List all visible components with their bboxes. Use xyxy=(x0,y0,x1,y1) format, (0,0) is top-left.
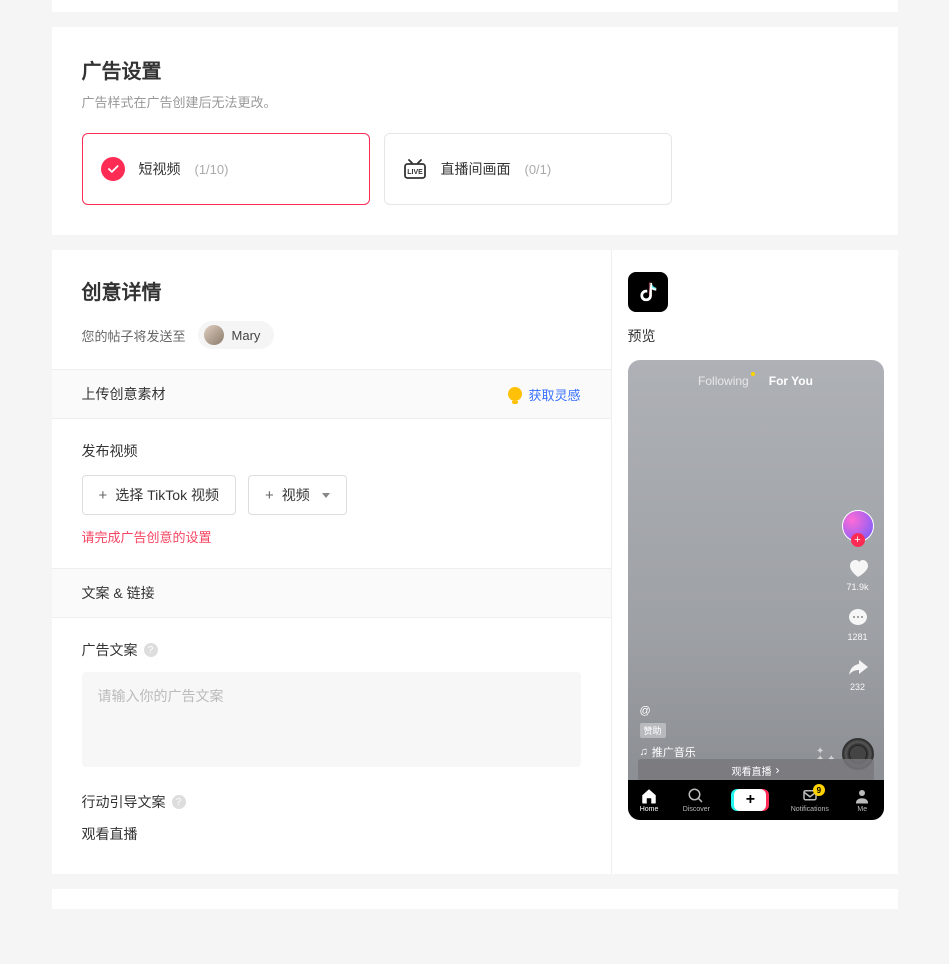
cta-value: 观看直播 xyxy=(82,824,581,844)
avatar-icon xyxy=(204,325,224,345)
nav-me[interactable]: Me xyxy=(853,787,871,813)
select-tiktok-video-label: 选择 TikTok 视频 xyxy=(115,485,219,505)
copy-header-title: 文案 & 链接 xyxy=(82,583,155,603)
ad-copy-input[interactable] xyxy=(82,672,581,767)
help-icon[interactable]: ? xyxy=(172,795,186,809)
notification-badge: 9 xyxy=(813,784,825,796)
user-pill[interactable]: Mary xyxy=(198,321,275,349)
select-video-button[interactable]: + 视频 xyxy=(248,475,347,515)
live-icon: LIVE xyxy=(403,159,427,179)
user-name: Mary xyxy=(232,328,261,343)
like-count: 71.9k xyxy=(846,582,868,592)
phone-preview: Following For You 71.9k 1281 xyxy=(628,360,884,820)
comment-count: 1281 xyxy=(847,632,867,642)
share-count: 232 xyxy=(850,682,865,692)
share-button[interactable]: 232 xyxy=(846,656,870,692)
ad-copy-label: 广告文案 xyxy=(82,640,138,660)
tab-following[interactable]: Following xyxy=(698,374,749,388)
tab-foryou[interactable]: For You xyxy=(769,374,813,388)
ad-settings-title: 广告设置 xyxy=(82,55,868,84)
music-text: 推广音乐 xyxy=(652,744,696,760)
bottom-nav: Home Discover + Notifications 9 Me xyxy=(628,780,884,820)
like-button[interactable]: 71.9k xyxy=(846,556,870,592)
creative-card: 创意详情 您的帖子将发送至 Mary 上传创意素材 获取灵感 发布视频 xyxy=(52,250,898,874)
preview-cta-label: 观看直播 xyxy=(732,763,772,778)
nav-notifications-label: Notifications xyxy=(791,806,829,813)
select-video-label: 视频 xyxy=(282,485,310,505)
dot-icon xyxy=(751,372,755,376)
publish-video-label: 发布视频 xyxy=(82,441,581,461)
profile-avatar-icon[interactable] xyxy=(842,510,874,542)
nav-discover-label: Discover xyxy=(683,806,710,813)
creative-title: 创意详情 xyxy=(82,276,581,305)
upload-header-title: 上传创意素材 xyxy=(82,384,166,404)
tiktok-logo-icon xyxy=(628,272,668,312)
get-inspiration-label: 获取灵感 xyxy=(528,385,580,404)
option-short-video[interactable]: 短视频 (1/10) xyxy=(82,133,370,205)
nav-notifications[interactable]: Notifications 9 xyxy=(791,787,829,813)
music-line: ♫ 推广音乐 xyxy=(640,744,834,760)
sponsor-chip: 赞助 xyxy=(640,723,666,738)
svg-text:LIVE: LIVE xyxy=(407,169,423,176)
option-live-screen[interactable]: LIVE 直播间画面 (0/1) xyxy=(384,133,672,205)
get-inspiration-link[interactable]: 获取灵感 xyxy=(508,385,580,404)
creative-setup-error: 请完成广告创意的设置 xyxy=(82,527,581,546)
preview-label: 预览 xyxy=(628,326,882,346)
post-to-label: 您的帖子将发送至 xyxy=(82,326,186,345)
plus-icon: + xyxy=(265,488,274,503)
help-icon[interactable]: ? xyxy=(144,643,158,657)
option-live-screen-label: 直播间画面 xyxy=(441,159,511,179)
plus-icon: + xyxy=(99,488,108,503)
nav-me-label: Me xyxy=(857,806,867,813)
comment-button[interactable]: 1281 xyxy=(846,606,870,642)
at-handle: @ xyxy=(640,705,834,717)
music-note-icon: ♫ xyxy=(640,746,648,758)
select-tiktok-video-button[interactable]: + 选择 TikTok 视频 xyxy=(82,475,236,515)
check-icon xyxy=(101,157,125,181)
nav-home[interactable]: Home xyxy=(640,787,659,813)
preview-cta-button[interactable]: 观看直播 xyxy=(638,759,874,781)
bulb-icon xyxy=(508,387,522,401)
next-card-stub xyxy=(52,889,898,909)
nav-discover[interactable]: Discover xyxy=(683,787,710,813)
option-short-video-count: (1/10) xyxy=(195,162,229,177)
previous-card-stub xyxy=(52,0,898,12)
upload-header: 上传创意素材 获取灵感 xyxy=(52,369,611,419)
chevron-down-icon xyxy=(322,493,330,498)
ad-settings-subtitle: 广告样式在广告创建后无法更改。 xyxy=(82,92,868,111)
copy-header: 文案 & 链接 xyxy=(52,568,611,618)
ad-settings-card: 广告设置 广告样式在广告创建后无法更改。 短视频 (1/10) LIVE 直播 xyxy=(52,27,898,235)
nav-home-label: Home xyxy=(640,806,659,813)
cta-label: 行动引导文案 xyxy=(82,792,166,812)
option-short-video-label: 短视频 xyxy=(139,159,181,179)
option-live-screen-count: (0/1) xyxy=(525,162,552,177)
nav-create-button[interactable]: + xyxy=(734,789,766,811)
